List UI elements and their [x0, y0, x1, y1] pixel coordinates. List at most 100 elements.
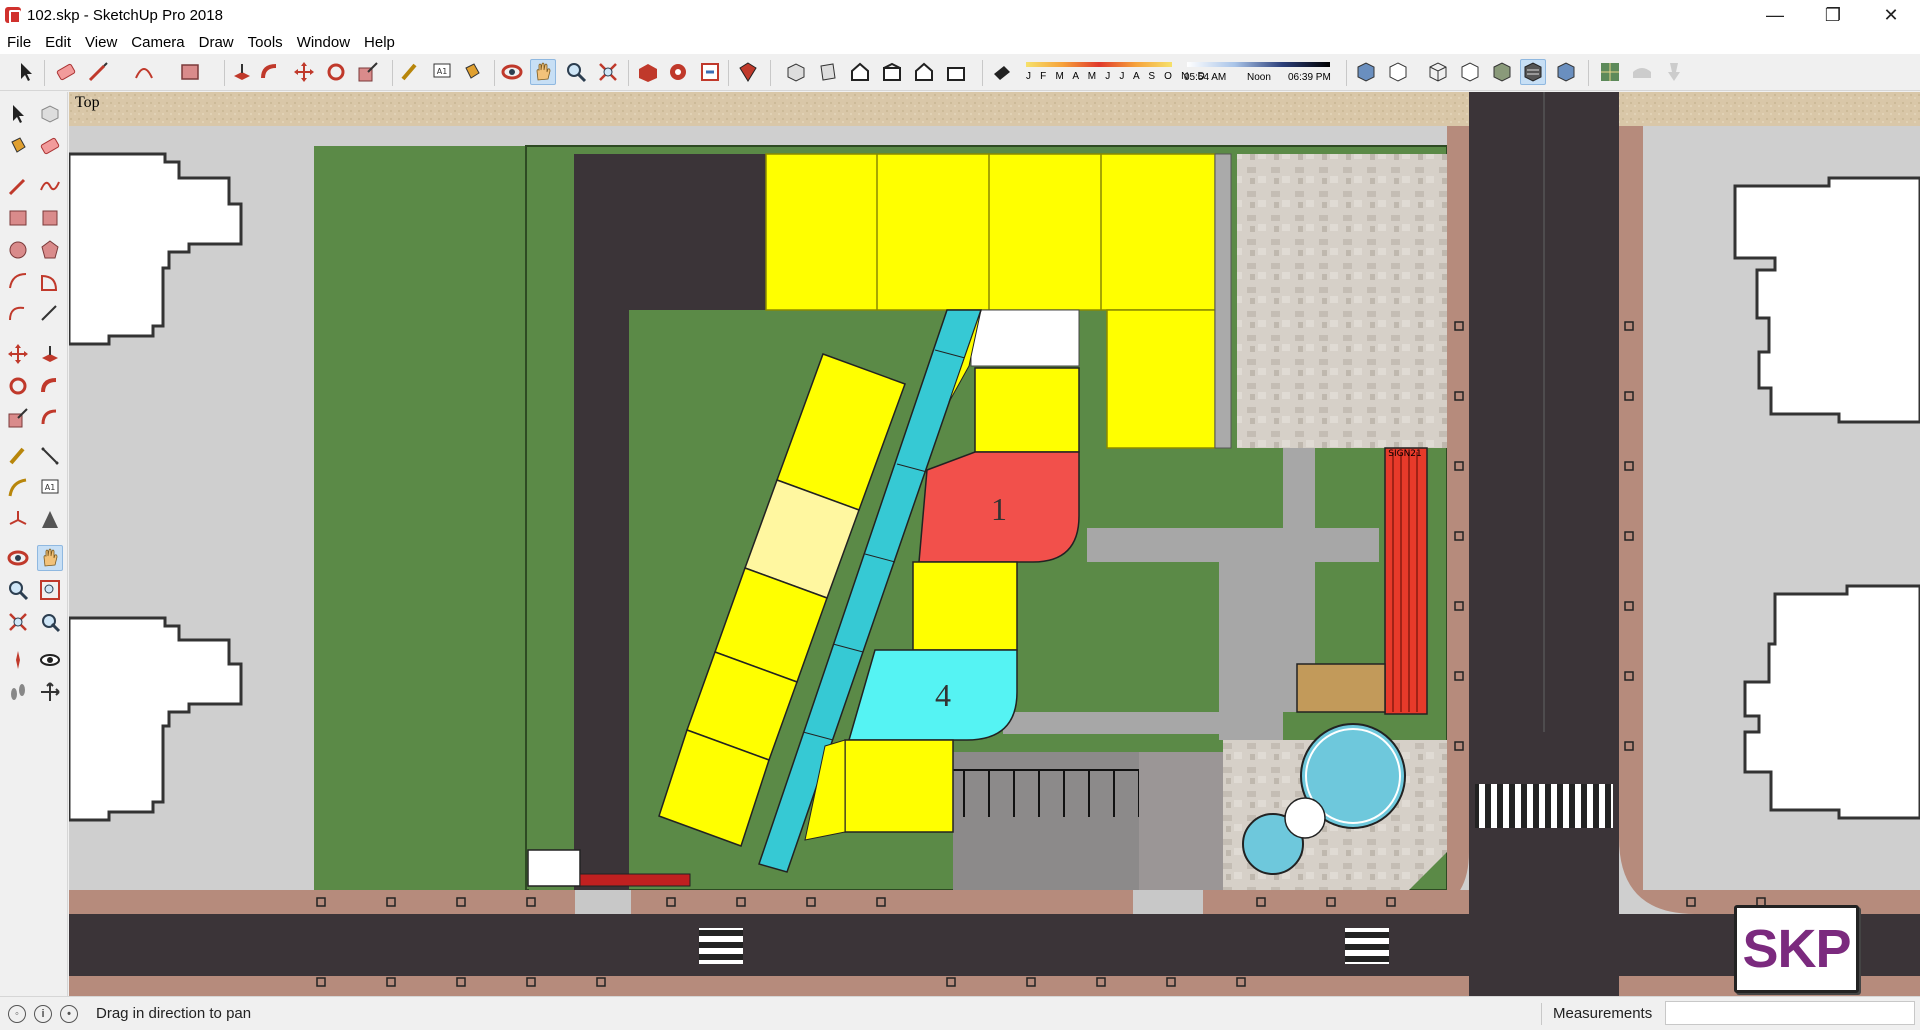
arc-icon[interactable]: [6, 270, 30, 294]
menu-window[interactable]: Window: [297, 34, 350, 51]
minimize-button[interactable]: —: [1746, 0, 1804, 30]
close-button[interactable]: ✕: [1862, 0, 1920, 30]
paint-bucket-icon[interactable]: [460, 60, 484, 84]
maximize-button[interactable]: ❐: [1804, 0, 1862, 30]
look-around-icon[interactable]: [38, 648, 62, 672]
tape-measure-icon[interactable]: [6, 444, 30, 468]
skp-logo-badge: SKP: [1734, 905, 1859, 993]
offset-icon[interactable]: [38, 406, 62, 430]
3d-warehouse-icon[interactable]: [636, 60, 660, 84]
rectangle-icon[interactable]: [6, 206, 30, 230]
pan-icon[interactable]: [38, 546, 62, 570]
line-icon[interactable]: [6, 174, 30, 198]
move-icon[interactable]: [6, 342, 30, 366]
circle-icon[interactable]: [6, 238, 30, 262]
hidden-line-icon[interactable]: [1458, 60, 1482, 84]
freehand-icon[interactable]: [38, 174, 62, 198]
rotate-icon[interactable]: [324, 60, 348, 84]
stamp-icon[interactable]: [1662, 60, 1686, 84]
move-icon[interactable]: [292, 60, 316, 84]
zoom-extents-icon[interactable]: [596, 60, 620, 84]
zoom-icon[interactable]: [564, 60, 588, 84]
back-edges-icon[interactable]: [1386, 60, 1410, 84]
rectangle-icon[interactable]: [178, 60, 202, 84]
monochrome-icon[interactable]: [1554, 60, 1578, 84]
user-icon[interactable]: •: [60, 1004, 78, 1023]
scale-icon[interactable]: [6, 406, 30, 430]
menu-draw[interactable]: Draw: [199, 34, 234, 51]
drape-icon[interactable]: [1630, 60, 1654, 84]
measurements-input[interactable]: [1665, 1001, 1915, 1025]
top-view-icon[interactable]: [816, 60, 840, 84]
credits-icon[interactable]: i: [34, 1004, 52, 1023]
text-icon[interactable]: A1: [430, 60, 454, 84]
wireframe-icon[interactable]: [1426, 60, 1450, 84]
menu-help[interactable]: Help: [364, 34, 395, 51]
follow-me-icon[interactable]: [38, 374, 62, 398]
shadows-icon[interactable]: [990, 60, 1014, 84]
menu-file[interactable]: File: [7, 34, 31, 51]
arc-icon[interactable]: [132, 60, 156, 84]
back-view-icon[interactable]: [912, 60, 936, 84]
site-plan-drawing[interactable]: SIGN21 1 4: [69, 92, 1920, 996]
axes-icon[interactable]: [6, 508, 30, 532]
extension-manager-icon[interactable]: [736, 60, 760, 84]
layout-icon[interactable]: [698, 60, 722, 84]
menu-view[interactable]: View: [85, 34, 117, 51]
section-plane-icon[interactable]: [38, 680, 62, 704]
extension-warehouse-icon[interactable]: [666, 60, 690, 84]
paint-bucket-icon[interactable]: [6, 134, 30, 158]
front-view-icon[interactable]: [848, 60, 872, 84]
push-pull-icon[interactable]: [38, 342, 62, 366]
zoom-icon[interactable]: [6, 578, 30, 602]
pie-icon[interactable]: [38, 270, 62, 294]
position-camera-icon[interactable]: [6, 648, 30, 672]
east-unit-lower: [844, 739, 954, 833]
3d-text-icon[interactable]: [38, 508, 62, 532]
model-viewport[interactable]: SIGN21 1 4 Top SKP: [69, 92, 1920, 996]
3pt-arc-icon[interactable]: [38, 302, 62, 326]
scene-label: Top: [75, 94, 100, 111]
rotate-icon[interactable]: [6, 374, 30, 398]
eraser-icon[interactable]: [54, 60, 78, 84]
right-view-icon[interactable]: [880, 60, 904, 84]
shadow-month-slider[interactable]: J F M A M J J A S O N D: [1022, 58, 1205, 88]
sketchup-app-icon: [5, 7, 21, 24]
pan-icon[interactable]: [531, 60, 555, 84]
measurements-label: Measurements: [1553, 1005, 1653, 1022]
zoom-window-icon[interactable]: [38, 578, 62, 602]
geo-location-icon[interactable]: ◦: [8, 1004, 26, 1023]
polygon-icon[interactable]: [38, 238, 62, 262]
menu-tools[interactable]: Tools: [248, 34, 283, 51]
eraser-icon[interactable]: [38, 134, 62, 158]
tape-measure-icon[interactable]: [398, 60, 422, 84]
push-pull-icon[interactable]: [230, 60, 254, 84]
line-icon[interactable]: [86, 60, 110, 84]
dimension-icon[interactable]: [38, 444, 62, 468]
previous-view-icon[interactable]: [38, 610, 62, 634]
follow-me-icon[interactable]: [258, 60, 282, 84]
entry-driveway-apron: [575, 890, 631, 914]
iso-view-icon[interactable]: [784, 60, 808, 84]
walk-icon[interactable]: [6, 680, 30, 704]
component-icon[interactable]: [38, 102, 62, 126]
sandbox-icon[interactable]: [1598, 60, 1622, 84]
text-icon[interactable]: A1: [38, 476, 62, 500]
shaded-icon[interactable]: [1490, 60, 1514, 84]
shaded-textures-icon[interactable]: [1521, 60, 1545, 84]
2pt-arc-icon[interactable]: [6, 302, 30, 326]
left-view-icon[interactable]: [944, 60, 968, 84]
select-icon[interactable]: [14, 60, 38, 84]
shadow-time-slider[interactable]: 05:54 AM Noon 06:39 PM: [1184, 58, 1331, 88]
toolbar-separator: [494, 60, 495, 86]
select-icon[interactable]: [6, 102, 30, 126]
scale-icon[interactable]: [356, 60, 380, 84]
orbit-icon[interactable]: [6, 546, 30, 570]
protractor-icon[interactable]: [6, 476, 30, 500]
xray-icon[interactable]: [1354, 60, 1378, 84]
menu-camera[interactable]: Camera: [131, 34, 184, 51]
rotated-rectangle-icon[interactable]: [38, 206, 62, 230]
menu-edit[interactable]: Edit: [45, 34, 71, 51]
zoom-extents-icon[interactable]: [6, 610, 30, 634]
orbit-icon[interactable]: [500, 60, 524, 84]
